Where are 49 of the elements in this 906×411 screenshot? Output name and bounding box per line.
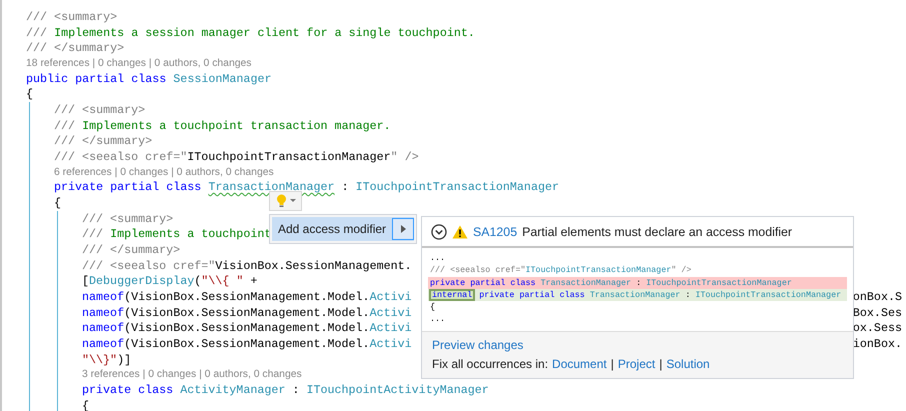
code-line: /// <summary> — [26, 10, 118, 24]
code-fragment: onBox.S — [852, 290, 902, 304]
scope-link[interactable]: Document — [552, 356, 607, 371]
scope-link[interactable]: Project — [618, 356, 656, 371]
code-line: private class ActivityManager : ITouchpointActivityManager — [82, 383, 489, 398]
collapse-icon[interactable] — [431, 224, 447, 240]
code-lens-info[interactable]: 6 references | 0 changes | 0 authors, 0 changes — [54, 166, 274, 178]
separator: | — [659, 356, 662, 371]
fix-all-label: Fix all occurrences in: — [432, 356, 548, 371]
separator: | — [610, 356, 614, 371]
code-line: [DebuggerDisplay("\\{ " + — [82, 274, 258, 288]
code-line: nameof(VisionBox.SessionManagement.Model.Activi — [82, 290, 412, 304]
preview-line: /// <seealso cref="ITouchpointTransactionManager" /> — [429, 264, 692, 277]
code-line: nameof(VisionBox.SessionManagement.Model.Activi — [82, 306, 412, 320]
code-line: private partial class TransactionManager : ITouchpointTransactionManager — [54, 180, 560, 194]
code-line: { — [82, 398, 90, 411]
code-line: { — [26, 87, 34, 102]
code-fragment: ox.Sess — [852, 321, 902, 336]
diagnostic-message: Partial elements must declare an access modifier — [522, 224, 792, 238]
scope-link[interactable]: Solution — [666, 356, 710, 371]
code-line: nameof(VisionBox.SessionManagement.Model.Activi — [82, 337, 412, 352]
code-line: /// Implements a touchpoint — [82, 227, 272, 242]
caret-icon — [290, 199, 296, 203]
code-line: /// Implements a session manager client for a single touchpoint. — [26, 26, 475, 40]
preview-changes-link[interactable]: Preview changes — [432, 338, 843, 352]
code-line: { — [54, 196, 62, 210]
preview-line: { — [429, 301, 436, 314]
code-line: "\\}")] — [82, 352, 132, 367]
code-fragment: ionBox. — [852, 337, 902, 352]
warning-icon — [452, 224, 468, 238]
code-line: /// <summary> — [82, 212, 174, 226]
code-line: nameof(VisionBox.SessionManagement.Model.Activi — [82, 321, 412, 336]
lightbulb-button[interactable] — [269, 191, 302, 211]
code-fragment: Box.Ses — [852, 306, 902, 320]
code-lens-info[interactable]: 18 references | 0 changes | 0 authors, 0 changes — [26, 58, 252, 69]
menu-item[interactable]: Add access modifier — [272, 217, 414, 241]
code-line: /// <seealso cref="ITouchpointTransactionManager" /> — [54, 150, 419, 164]
code-line: public partial class SessionManager — [26, 72, 272, 86]
code-line: /// </summary> — [82, 242, 180, 257]
lightbulb-icon — [276, 194, 286, 208]
preview-line: ... — [429, 313, 446, 326]
code-line: /// Implements a touchpoint transaction manager. — [54, 118, 391, 133]
preview-line: ... — [429, 252, 446, 264]
code-line: /// <seealso cref="VisionBox.SessionManagement. — [82, 258, 412, 273]
code-lens-info[interactable]: 3 references | 0 changes | 0 authors, 0 changes — [82, 369, 302, 380]
code-line: /// </summary> — [26, 41, 124, 56]
code-line: /// </summary> — [54, 134, 152, 148]
code-line: /// <summary> — [54, 102, 146, 117]
rule-link[interactable]: SA1205 — [473, 224, 518, 238]
